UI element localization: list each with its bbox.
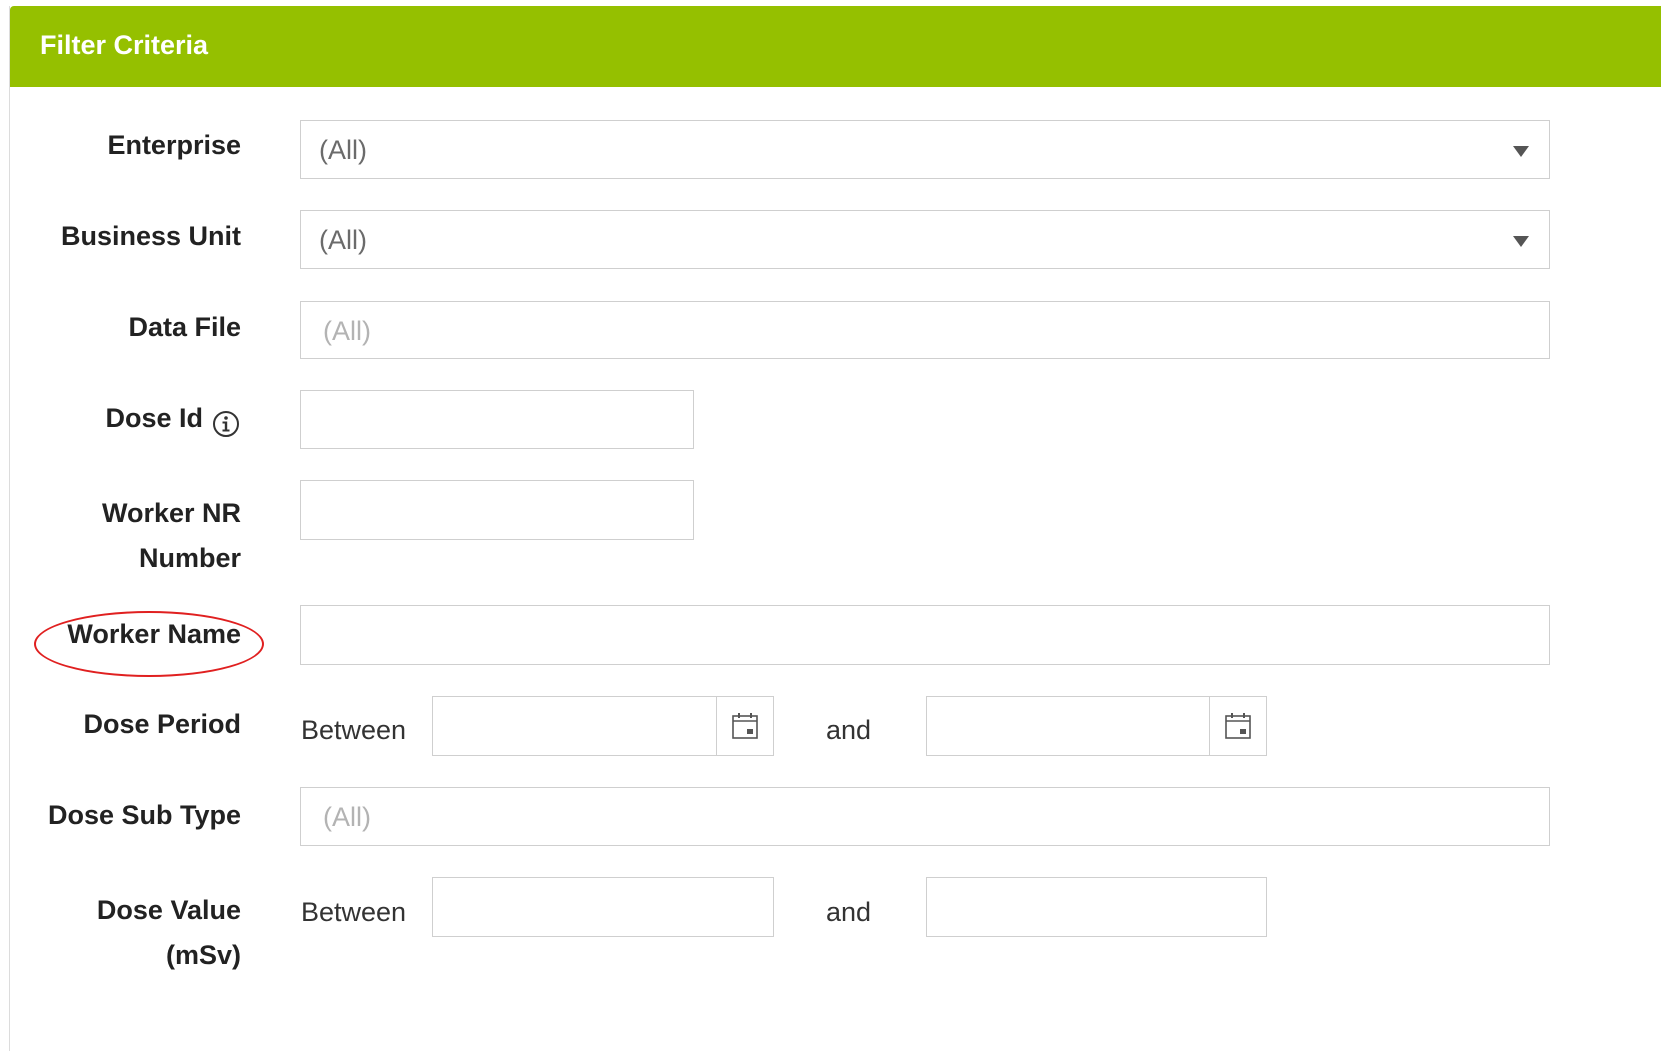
dose-id-label: Dose Id	[105, 403, 203, 433]
dose-period-from-calendar-button[interactable]	[716, 696, 774, 756]
dose-period-between-text: Between	[301, 715, 407, 745]
info-icon[interactable]	[212, 410, 240, 438]
business-unit-label: Business Unit	[60, 221, 241, 251]
worker-nr-number-input[interactable]	[300, 480, 694, 540]
dose-value-label: Dose Value (mSv)	[96, 895, 241, 970]
dose-period-and-text: and	[826, 715, 872, 745]
dose-period-label: Dose Period	[83, 709, 241, 739]
panel-header: Filter Criteria	[10, 6, 1661, 87]
enterprise-select[interactable]: (All)	[300, 120, 1550, 179]
enterprise-label: Enterprise	[107, 130, 241, 160]
dose-period-to-date-input[interactable]	[926, 696, 1267, 756]
dose-period-to-calendar-button[interactable]	[1209, 696, 1267, 756]
business-unit-select[interactable]: (All)	[300, 210, 1550, 269]
dose-value-to-input[interactable]	[926, 877, 1267, 937]
worker-name-input[interactable]	[300, 605, 1550, 665]
calendar-icon	[1225, 713, 1251, 739]
dose-sub-type-input[interactable]: (All)	[300, 787, 1550, 846]
dose-value-from-input[interactable]	[432, 877, 774, 937]
enterprise-selected-value: (All)	[319, 135, 367, 165]
calendar-icon	[732, 713, 758, 739]
worker-nr-number-label: Worker NR Number	[101, 498, 241, 573]
data-file-input[interactable]: (All)	[300, 301, 1550, 359]
chevron-down-icon	[1513, 146, 1529, 157]
panel-title: Filter Criteria	[40, 30, 209, 60]
data-file-placeholder: (All)	[323, 316, 371, 346]
dose-value-between-text: Between	[301, 897, 407, 927]
dose-period-from-date-input[interactable]	[432, 696, 774, 756]
dose-value-and-text: and	[826, 897, 872, 927]
chevron-down-icon	[1513, 236, 1529, 247]
dose-sub-type-placeholder: (All)	[323, 802, 371, 832]
business-unit-selected-value: (All)	[319, 225, 367, 255]
dose-sub-type-label: Dose Sub Type	[47, 800, 241, 830]
dose-id-input[interactable]	[300, 390, 694, 449]
worker-name-highlight-oval	[34, 611, 264, 677]
data-file-label: Data File	[128, 312, 241, 342]
